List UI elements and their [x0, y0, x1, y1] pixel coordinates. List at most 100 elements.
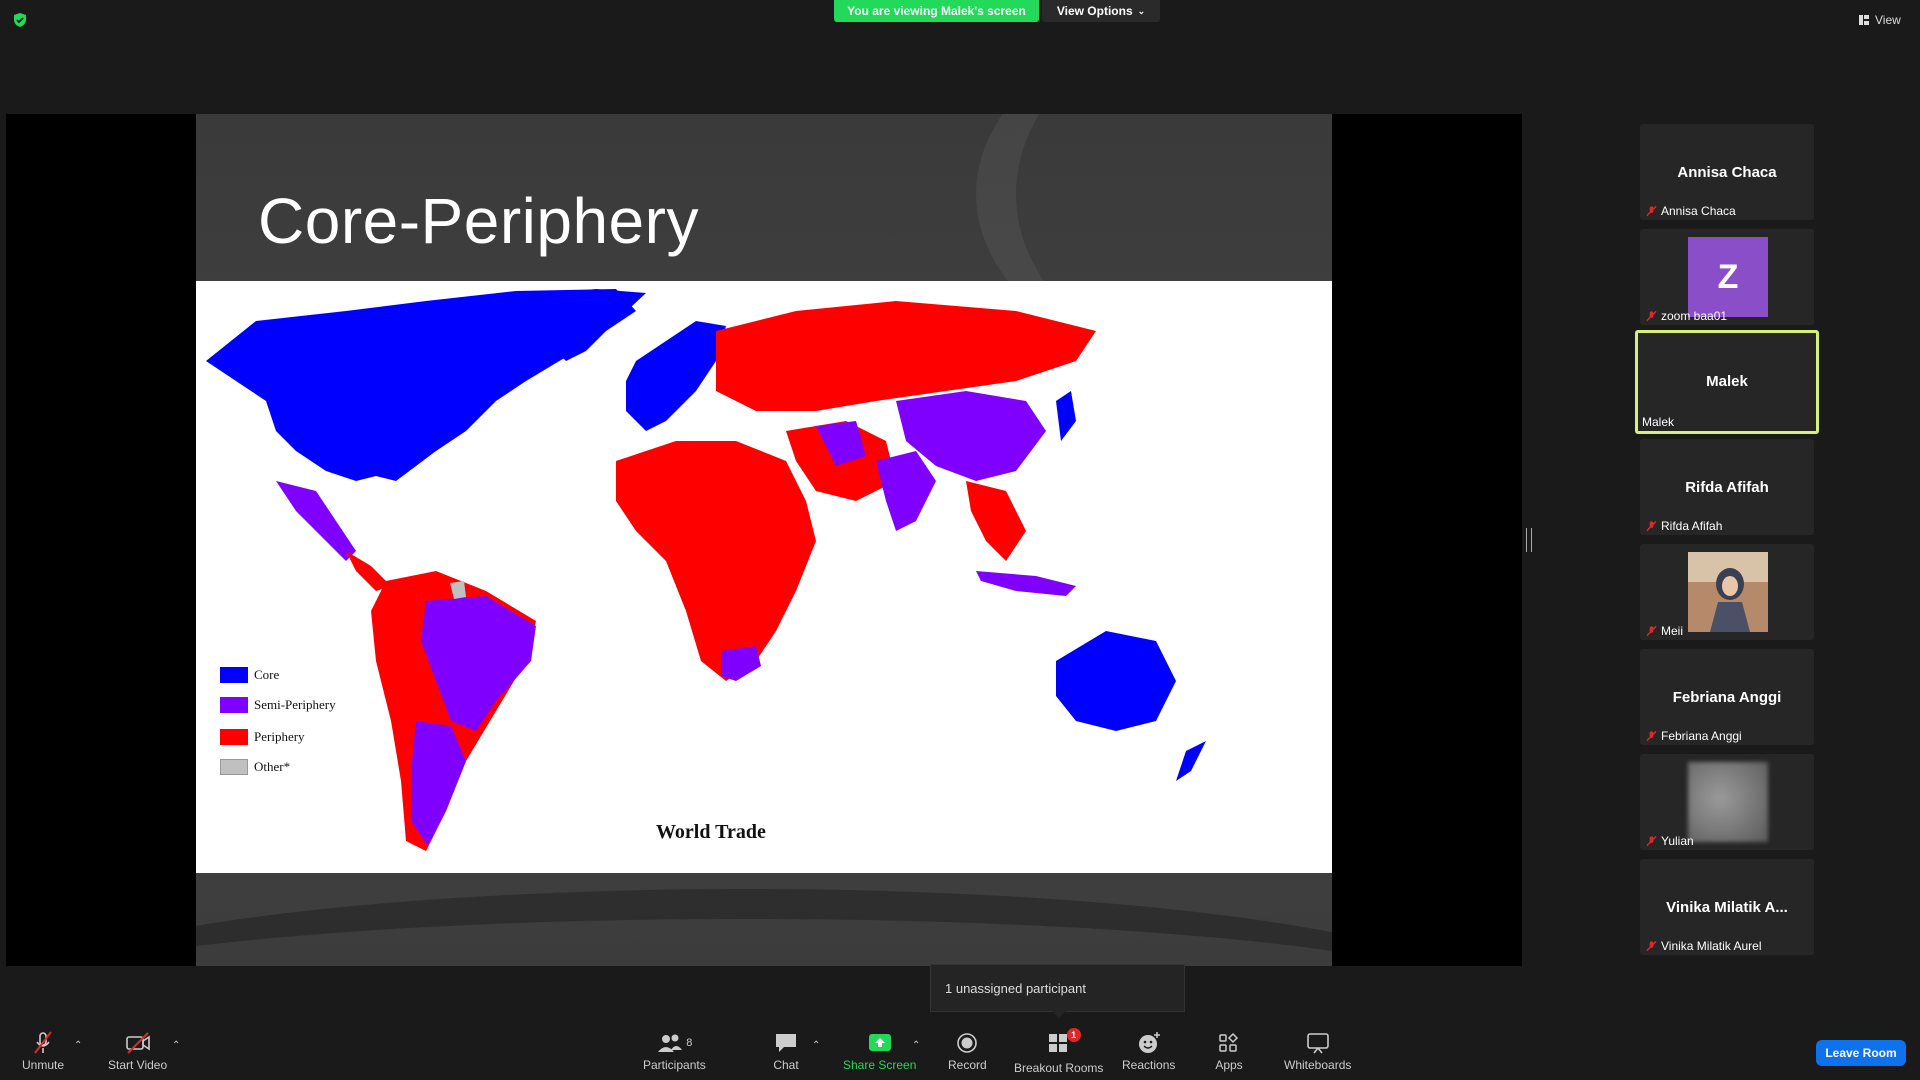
view-button[interactable]: View: [1858, 10, 1901, 30]
mic-muted-icon: [1646, 205, 1657, 217]
participant-name: Rifda Afifah: [1661, 519, 1723, 533]
map-russia: [716, 301, 1096, 411]
participant-label: Vinika Milatik Aurel: [1646, 939, 1762, 953]
participant-tile[interactable]: Febriana Anggi Febriana Anggi: [1640, 649, 1814, 745]
participant-display-name: Vinika Milatik A...: [1666, 899, 1788, 916]
mic-off-icon: [34, 1031, 52, 1054]
legend-periphery: Periphery: [220, 729, 305, 745]
apps-icon: [1219, 1032, 1239, 1052]
map-indonesia: [976, 571, 1076, 596]
slide-decoration-bottom: [196, 889, 1332, 966]
participant-name: zoom baa01: [1661, 309, 1728, 323]
leave-room-button[interactable]: Leave Room: [1816, 1040, 1906, 1066]
map-southeast-asia: [966, 481, 1026, 561]
video-off-icon: [125, 1032, 150, 1054]
map-caption: World Trade: [656, 821, 766, 843]
start-video-label: Start Video: [108, 1058, 168, 1072]
mic-muted-icon: [1646, 940, 1657, 952]
apps-button[interactable]: Apps: [1215, 1030, 1243, 1072]
map-japan: [1056, 391, 1076, 441]
participant-tile[interactable]: Rifda Afifah Rifda Afifah: [1640, 439, 1814, 535]
participant-display-name: Annisa Chaca: [1677, 164, 1777, 181]
security-shield-icon[interactable]: [12, 12, 28, 28]
mic-muted-icon: [1646, 310, 1657, 322]
view-options-label: View Options: [1056, 4, 1133, 18]
tooltip-arrow: [1052, 1011, 1066, 1018]
whiteboards-label: Whiteboards: [1284, 1058, 1352, 1072]
legend-label-periphery: Periphery: [254, 729, 305, 744]
breakout-rooms-button[interactable]: 1 Breakout Rooms: [1014, 1028, 1103, 1075]
chat-icon: [776, 1034, 796, 1052]
map-australia: [1056, 631, 1176, 731]
participant-name: Febriana Anggi: [1661, 729, 1742, 743]
map-south-africa: [721, 646, 761, 681]
share-screen-icon: [868, 1034, 891, 1051]
whiteboards-button[interactable]: Whiteboards: [1284, 1030, 1351, 1072]
breakout-tooltip: 1 unassigned participant: [930, 964, 1185, 1012]
viewing-screen-banner: You are viewing Malek's screen: [834, 0, 1039, 22]
chevron-down-icon: ⌄: [1137, 5, 1146, 16]
view-label: View: [1875, 13, 1901, 27]
apps-label: Apps: [1215, 1058, 1243, 1072]
presentation-slide: Core-Periphery Core Semi-Periphery Perip…: [196, 114, 1332, 966]
participant-label: Malek: [1642, 415, 1674, 429]
chat-label: Chat: [773, 1058, 799, 1072]
reactions-icon: [1138, 1032, 1160, 1053]
map-africa: [616, 441, 816, 681]
legend-label-other: Other*: [254, 759, 291, 774]
participant-tile[interactable]: Yulian: [1640, 754, 1814, 850]
chat-options-caret[interactable]: ⌃: [812, 1040, 820, 1051]
participant-video-blurred: [1688, 762, 1768, 842]
panel-resize-handle[interactable]: [1526, 528, 1532, 552]
legend-core: Core: [220, 667, 279, 683]
chat-button[interactable]: Chat: [772, 1030, 800, 1072]
participant-display-name: Rifda Afifah: [1685, 479, 1769, 496]
participant-label: Febriana Anggi: [1646, 729, 1742, 743]
participants-icon: [658, 1034, 683, 1052]
mic-muted-icon: [1646, 625, 1657, 637]
participant-video-photo: [1688, 552, 1768, 632]
avatar: Z: [1688, 237, 1768, 317]
share-screen-button[interactable]: Share Screen: [843, 1030, 916, 1072]
mic-muted-icon: [1646, 835, 1657, 847]
start-video-button[interactable]: Start Video: [108, 1030, 167, 1072]
share-options-caret[interactable]: ⌃: [912, 1040, 920, 1051]
legend-swatch-periphery: [220, 729, 248, 745]
legend-swatch-semi-periphery: [220, 697, 248, 713]
participant-label: Annisa Chaca: [1646, 204, 1736, 218]
share-screen-label: Share Screen: [843, 1058, 917, 1072]
map-mexico: [276, 481, 356, 561]
view-options-button[interactable]: View Options ⌄: [1042, 0, 1160, 22]
world-map-image: [206, 289, 1206, 851]
participant-tile[interactable]: Meii: [1640, 544, 1814, 640]
legend-label-semi-periphery: Semi-Periphery: [254, 697, 336, 712]
record-button[interactable]: Record: [948, 1030, 987, 1072]
whiteboard-icon: [1306, 1033, 1329, 1054]
participant-name: Meii: [1661, 624, 1684, 638]
unmute-button[interactable]: Unmute: [22, 1030, 64, 1072]
map-new-zealand: [1176, 741, 1206, 781]
breakout-badge: 1: [1066, 1028, 1081, 1042]
record-icon: [957, 1033, 978, 1053]
participant-tile[interactable]: Annisa Chaca Annisa Chaca: [1640, 124, 1814, 220]
participant-label: zoom baa01: [1646, 309, 1727, 323]
participant-tile-active-speaker[interactable]: Malek Malek: [1635, 330, 1819, 434]
world-map: Core Semi-Periphery Periphery Other* Wor…: [196, 281, 1332, 873]
video-options-caret[interactable]: ⌃: [172, 1040, 180, 1051]
participant-name: Malek: [1642, 415, 1675, 429]
audio-options-caret[interactable]: ⌃: [74, 1040, 82, 1051]
participants-count: 8: [686, 1037, 693, 1049]
legend-swatch-core: [220, 667, 248, 683]
participant-name: Yulian: [1661, 834, 1694, 848]
unmute-label: Unmute: [22, 1058, 65, 1072]
map-india: [876, 451, 936, 531]
legend-semi-periphery: Semi-Periphery: [220, 697, 336, 713]
reactions-label: Reactions: [1122, 1058, 1176, 1072]
reactions-button[interactable]: Reactions: [1122, 1030, 1175, 1072]
legend-swatch-other: [220, 759, 248, 775]
participants-button[interactable]: 8 Participants: [643, 1030, 706, 1072]
participant-tile[interactable]: Vinika Milatik A... Vinika Milatik Aurel: [1640, 859, 1814, 955]
participant-tile[interactable]: Z zoom baa01: [1640, 229, 1814, 325]
participant-display-name: Febriana Anggi: [1672, 689, 1782, 706]
map-western-europe: [626, 321, 726, 431]
